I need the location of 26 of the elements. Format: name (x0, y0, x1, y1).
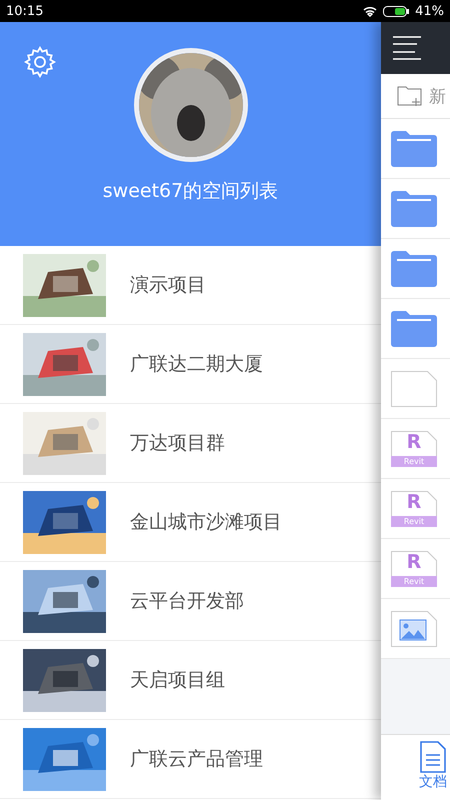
space-item[interactable]: 广联达二期大厦 (0, 325, 381, 404)
space-item[interactable]: 演示项目 (0, 246, 381, 325)
wifi-icon (363, 6, 378, 16)
battery-level: 41% (415, 4, 444, 18)
menu-icon[interactable] (393, 35, 421, 61)
clock: 10:15 (6, 4, 44, 18)
space-item[interactable]: 万达项目群 (0, 404, 381, 483)
space-item[interactable]: 天启项目组 (0, 641, 381, 720)
folder-icon (391, 130, 437, 166)
space-list-title: sweet67的空间列表 (102, 179, 278, 204)
documents-tab[interactable]: 文档 (416, 735, 450, 800)
new-folder-icon (397, 85, 423, 107)
image-file-icon (391, 610, 437, 646)
revit-file-icon: R Revit (391, 490, 437, 526)
revit-file-icon: R Revit (391, 550, 437, 586)
space-item[interactable]: 金山城市沙滩项目 (0, 483, 381, 562)
space-item[interactable]: 广联云产品管理 (0, 720, 381, 799)
document-icon (391, 370, 437, 406)
folder-icon (391, 190, 437, 226)
settings-icon[interactable] (23, 45, 57, 79)
document-icon (420, 741, 446, 773)
battery-icon (383, 6, 410, 16)
revit-file-icon: R Revit (391, 430, 437, 466)
folder-icon (391, 250, 437, 286)
space-item[interactable]: 云平台开发部 (0, 562, 381, 641)
folder-icon (391, 310, 437, 346)
